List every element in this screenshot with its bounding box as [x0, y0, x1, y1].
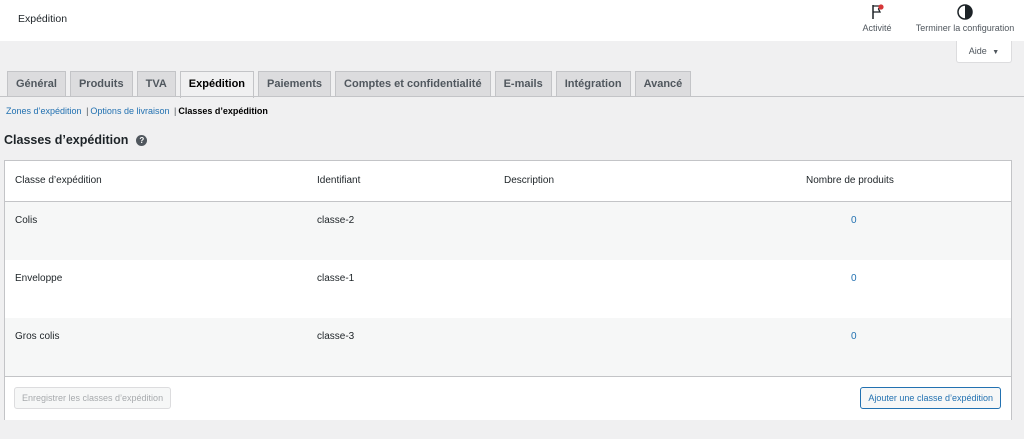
help-icon[interactable]: ? [136, 134, 148, 146]
half-circle-icon [908, 3, 1022, 23]
table-row[interactable]: Gros colis classe-3 0 [5, 318, 1011, 376]
column-header-slug: Identifiant [317, 175, 361, 186]
tab-payments[interactable]: Paiements [258, 71, 332, 97]
table-row[interactable]: Colis classe-2 0 [5, 202, 1011, 260]
subnav-separator: | [173, 106, 177, 116]
activity-button[interactable]: Activité [857, 3, 897, 33]
row-class-slug: classe-2 [317, 215, 355, 226]
tab-general[interactable]: Général [7, 71, 66, 97]
row-class-name: Enveloppe [15, 273, 63, 284]
tab-shipping[interactable]: Expédition [179, 71, 255, 98]
row-class-name: Colis [15, 215, 38, 226]
finish-setup-button[interactable]: Terminer la configuration [908, 3, 1022, 33]
tabs-divider [0, 96, 1024, 97]
help-label: Aide [968, 46, 987, 56]
top-header: Expédition Activité Terminer la configur… [0, 0, 1024, 41]
help-button[interactable]: Aide ▼ [956, 41, 1012, 63]
flag-icon [857, 3, 897, 23]
row-product-count-link[interactable]: 0 [851, 331, 857, 342]
page-title-text: Classes d’expédition [4, 133, 129, 147]
page-header-title: Expédition [18, 13, 68, 25]
activity-label: Activité [862, 23, 892, 33]
tab-advanced[interactable]: Avancé [634, 71, 692, 97]
column-header-description: Description [504, 175, 555, 186]
column-header-product-count: Nombre de produits [806, 175, 894, 186]
row-class-name: Gros colis [15, 331, 60, 342]
add-shipping-class-button[interactable]: Ajouter une classe d’expédition [860, 387, 1001, 409]
table-row[interactable]: Enveloppe classe-1 0 [5, 260, 1011, 318]
subnav-shipping-zones[interactable]: Zones d’expédition [6, 106, 82, 116]
tab-accounts-privacy[interactable]: Comptes et confidentialité [335, 71, 491, 97]
tab-products[interactable]: Produits [69, 71, 133, 97]
page-title: Classes d’expédition ? [4, 133, 148, 147]
column-header-class: Classe d’expédition [15, 175, 102, 186]
subnav-separator: | [86, 106, 89, 116]
tab-emails[interactable]: E-mails [494, 71, 552, 97]
row-class-slug: classe-1 [317, 273, 355, 284]
subnav-shipping-classes: Classes d’expédition [178, 106, 268, 116]
row-class-slug: classe-3 [317, 331, 355, 342]
row-product-count-link[interactable]: 0 [851, 273, 857, 284]
chevron-down-icon: ▼ [992, 49, 1000, 56]
tab-tax[interactable]: TVA [136, 71, 176, 97]
table-header: Classe d’expédition Identifiant Descript… [5, 161, 1011, 202]
save-shipping-classes-button[interactable]: Enregistrer les classes d’expédition [14, 387, 172, 409]
shipping-classes-table: Classe d’expédition Identifiant Descript… [4, 160, 1012, 420]
row-product-count-link[interactable]: 0 [851, 215, 857, 226]
table-footer: Enregistrer les classes d’expédition Ajo… [5, 376, 1011, 420]
finish-setup-label: Terminer la configuration [915, 23, 1015, 33]
settings-tabs: Général Produits TVA Expédition Paiement… [7, 71, 695, 98]
shipping-subnav: Zones d’expédition | Options de livraison… [6, 106, 268, 116]
tab-integration[interactable]: Intégration [555, 71, 631, 97]
subnav-shipping-options[interactable]: Options de livraison [90, 106, 169, 116]
